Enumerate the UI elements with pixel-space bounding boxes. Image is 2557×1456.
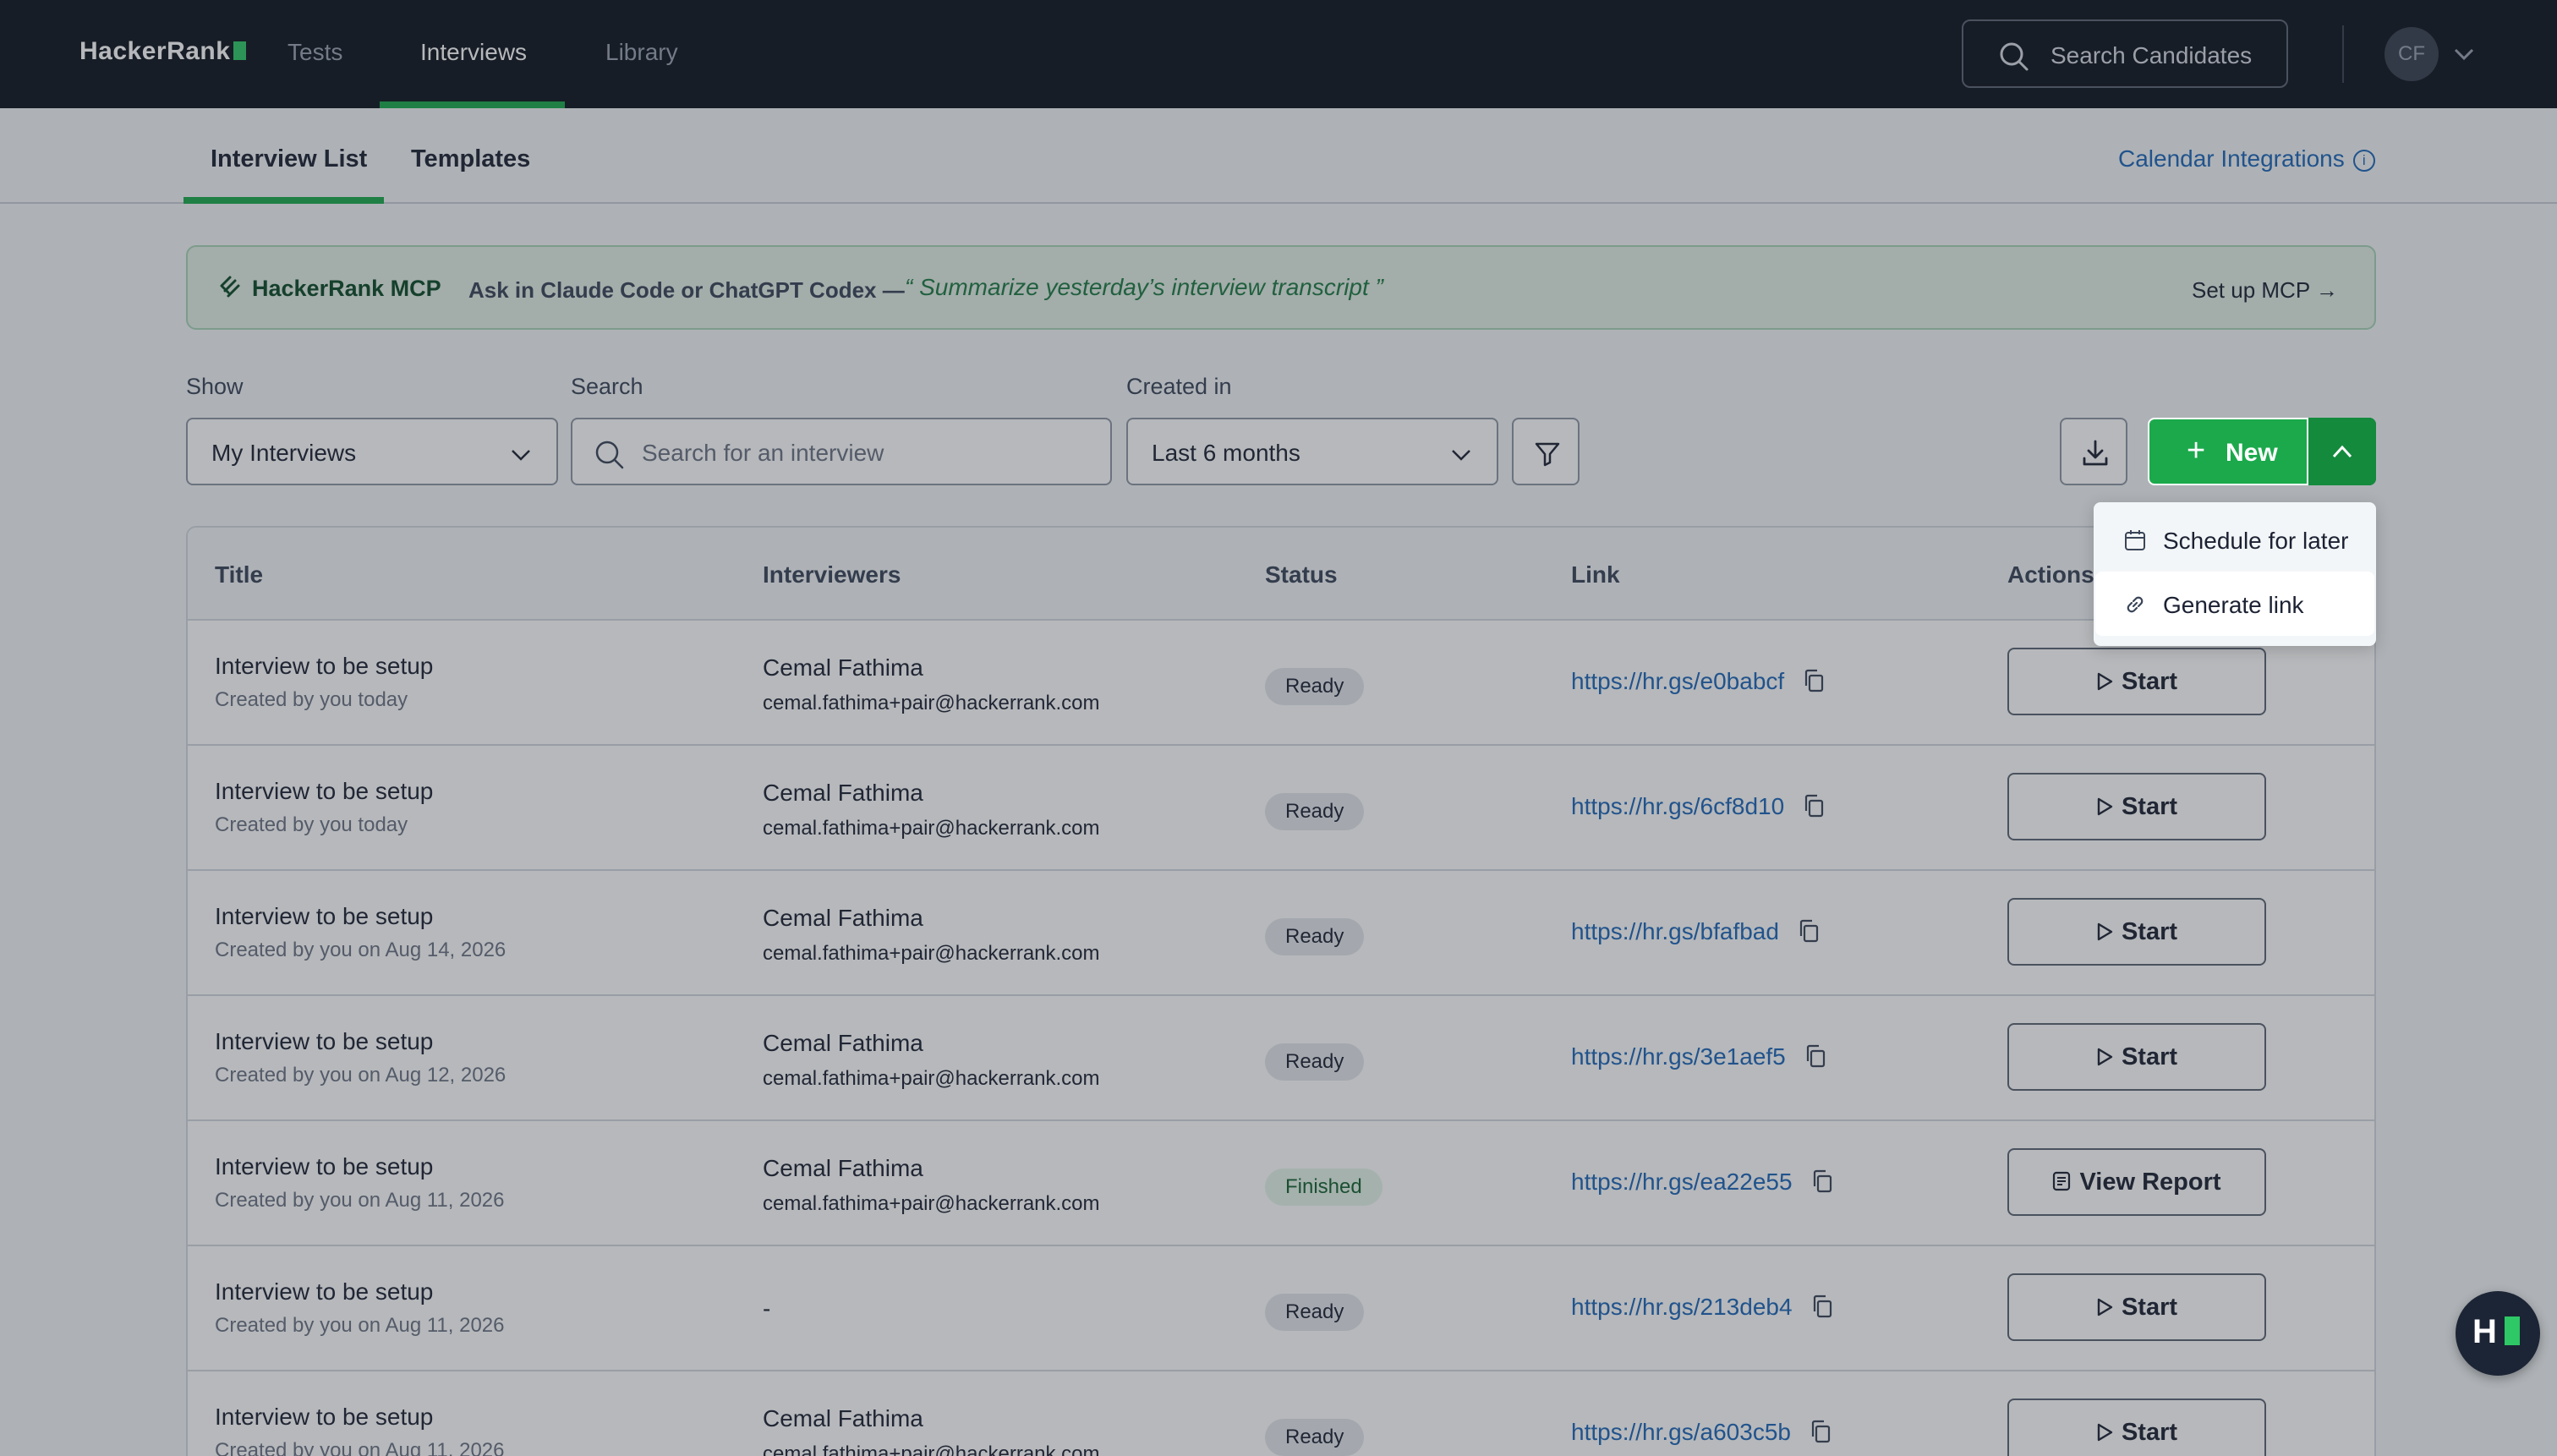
help-chat-h-icon: H (2472, 1313, 2497, 1350)
calendar-icon (2125, 530, 2145, 550)
chevron-up-icon (2332, 445, 2352, 458)
menu-item-generate-link[interactable]: Generate link (2095, 572, 2374, 636)
schedule-later-label: Schedule for later (2163, 528, 2349, 554)
new-options-toggle-active[interactable] (2308, 418, 2376, 485)
plus-icon: + (2187, 433, 2206, 468)
menu-item-schedule-later[interactable]: Schedule for later (2095, 507, 2374, 572)
new-options-menu: Schedule for later Generate link (2094, 502, 2376, 646)
link-icon (2127, 596, 2144, 613)
help-chat-square-icon (2505, 1316, 2520, 1345)
generate-link-label: Generate link (2163, 592, 2304, 618)
new-interview-button-active[interactable]: + New (2148, 418, 2308, 485)
help-chat-button[interactable]: H (2456, 1291, 2540, 1376)
new-button-label: New (2226, 439, 2278, 467)
modal-backdrop[interactable] (0, 0, 2557, 1456)
